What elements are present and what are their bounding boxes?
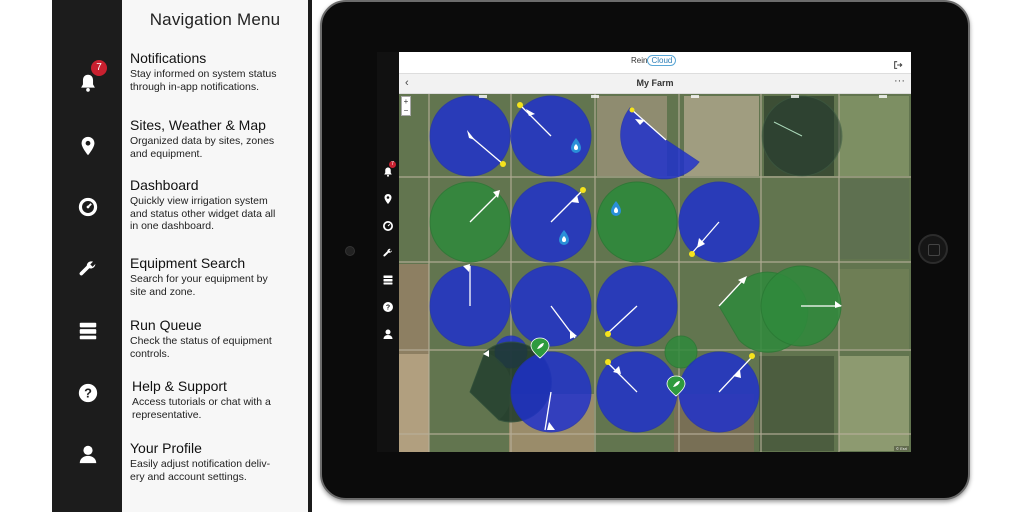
field-patch [759,356,834,451]
pivot-end-marker [500,161,506,167]
menu-item-your-profile[interactable]: Your Profile Easily adjust notification … [130,440,306,483]
menu-item-equipment-search[interactable]: Equipment Search Search for your equipme… [130,255,306,298]
pivot-end-marker [689,251,695,257]
svg-text:?: ? [386,305,390,312]
menu-title: Navigation Menu [149,10,281,29]
pivot-end-marker [605,359,611,365]
reincloud-logo: Rein Cloud [631,55,677,66]
field-patch [839,96,909,176]
menu-item-description: Easily adjust notification deliv- ery an… [130,458,271,483]
wrench-icon[interactable] [382,247,394,259]
menu-item-dashboard[interactable]: Dashboard Quickly view irrigation system… [130,177,306,233]
dashboard-gauge-icon[interactable] [77,196,99,218]
pivot-end-marker [749,353,755,359]
map-attribution: © Esri [894,446,909,451]
logo-text-right: Cloud [647,55,677,66]
menu-item-title: Equipment Search [130,255,246,271]
menu-panel: Navigation Menu Notifications Stay infor… [122,0,308,512]
field-patch [399,354,429,452]
help-circle-icon[interactable]: ? [77,382,99,404]
field-patch [839,356,909,451]
dashboard-gauge-icon[interactable] [382,220,394,232]
svg-text:?: ? [84,386,92,401]
menu-item-title: Your Profile [130,440,202,456]
menu-item-title: Sites, Weather & Map [130,117,266,133]
menu-item-title: Help & Support [132,378,227,394]
queue-stack-icon[interactable] [382,274,394,286]
logo-text-left: Rein [631,56,648,65]
menu-item-description: Search for your equipment by site and zo… [130,273,268,298]
menu-item-description: Check the status of equipment controls. [130,335,272,360]
satellite-map[interactable] [399,94,911,452]
menu-item-notifications[interactable]: Notifications Stay informed on system st… [130,50,306,93]
app-header: Rein Cloud [399,52,911,74]
menu-item-title: Notifications [130,50,207,66]
menu-item-sites-weather-map[interactable]: Sites, Weather & Map Organized data by s… [130,117,306,160]
tablet-device: 7 ? Rein Cloud ‹ My Farm ··· + − © Esri [320,0,970,500]
wrench-icon[interactable] [77,258,99,280]
map-pin-icon[interactable] [77,135,99,157]
farm-map[interactable]: + − © Esri [399,94,911,452]
menu-item-title: Dashboard [130,177,199,193]
notification-badge: 7 [91,60,107,76]
field-patch [839,179,909,259]
bell-icon[interactable]: 7 [77,60,107,94]
queue-stack-icon[interactable] [77,320,99,342]
menu-item-description: Quickly view irrigation system and statu… [130,195,276,232]
menu-icon-rail: 7 ? [52,0,122,512]
navigation-menu-device: 7 ? Navigation Menu Notifications Stay i… [52,0,312,512]
user-icon[interactable] [382,328,394,340]
menu-item-run-queue[interactable]: Run Queue Check the status of equipment … [130,317,306,360]
more-options-icon[interactable]: ··· [894,75,905,87]
irrigation-pivot[interactable] [596,181,678,263]
menu-item-help-support[interactable]: Help & Support Access tutorials or chat … [132,378,308,421]
menu-item-description: Stay informed on system status through i… [130,68,277,93]
zoom-out-button[interactable]: − [402,106,410,115]
user-icon[interactable] [77,443,99,465]
pivot-end-marker [517,102,523,108]
map-zoom-control: + − [401,96,411,116]
field-patch [839,269,909,349]
pivot-end-marker [580,187,586,193]
map-pin-icon[interactable] [382,193,394,205]
tablet-camera [345,246,355,256]
notification-badge: 7 [389,161,396,168]
farm-map-app: Rein Cloud ‹ My Farm ··· + − © Esri [399,52,911,452]
home-button[interactable] [918,234,948,264]
pivot-end-marker [605,331,611,337]
menu-item-description: Organized data by sites, zones and equip… [130,135,275,160]
app-subheader: ‹ My Farm ··· [399,74,911,94]
logout-icon[interactable] [893,57,903,69]
menu-item-title: Run Queue [130,317,202,333]
app-icon-rail: 7 ? [377,52,399,452]
bell-icon[interactable]: 7 [382,161,396,178]
help-circle-icon[interactable]: ? [382,301,394,313]
page-title: My Farm [636,78,674,88]
zoom-in-button[interactable]: + [402,97,410,106]
pivot-end-marker [629,107,635,113]
tablet-screen: 7 ? Rein Cloud ‹ My Farm ··· + − © Esri [377,52,911,452]
menu-item-description: Access tutorials or chat with a represen… [132,396,271,421]
